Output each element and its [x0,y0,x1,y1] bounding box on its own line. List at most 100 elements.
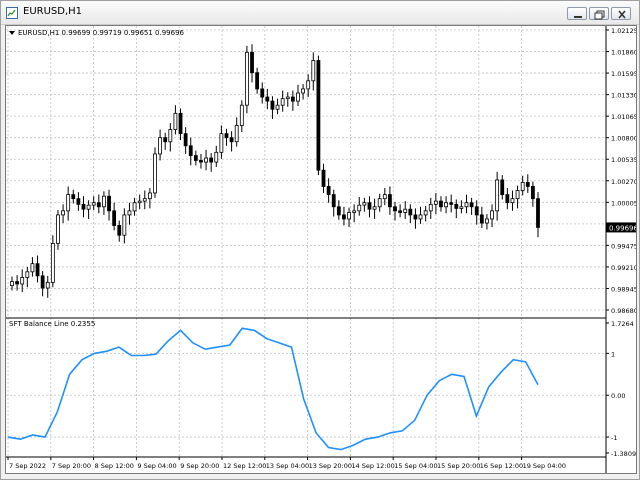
indicator-axis-label: 1.7264 [611,320,634,328]
candle-body [357,204,362,212]
candle-body [245,51,249,106]
candle-body [285,96,290,100]
time-axis[interactable]: 7 Sep 2022 7 Sep 20:00 8 Sep 12:00 9 Sep 04… [7,457,566,470]
candle-body [331,194,336,208]
time-axis-label: 9 Sep 20:00 [180,462,219,470]
time-axis-label: 16 Sep 12:00 [480,462,523,470]
indicator-label: SFT Balance Line 0.2355 [9,320,95,328]
candle-body [372,206,377,210]
restore-button[interactable] [589,7,609,20]
candle-body [96,202,101,208]
time-axis-label: 7 Sep 2022 [9,462,46,470]
candle-body [336,206,341,216]
candle-body [56,214,60,244]
title-bar[interactable]: EURUSD,H1 [1,1,639,25]
chart-canvas[interactable]: EURUSD,H1 0.99699 0.99719 0.99651 0.9969… [6,26,638,473]
candle-body [393,206,397,212]
time-axis-label: 13 Sep 04:00 [266,462,309,470]
candle-body [137,200,142,204]
candle-body [81,203,86,210]
candle-body [423,210,428,216]
candle-body [403,208,408,213]
candle-body [107,195,111,212]
time-axis-label: 9 Sep 04:00 [137,462,176,470]
candle-body [168,129,173,143]
price-axis-label: 1.00535 [611,156,636,164]
price-axis-label: 1.00270 [611,178,636,186]
candle-body [209,157,214,163]
candle-body [280,98,285,106]
price-axis-label: 1.01595 [611,70,636,78]
time-axis-label: 12 Sep 12:00 [223,462,266,470]
candle-body [306,80,311,90]
grid-lines [6,26,606,457]
minimize-button[interactable] [567,7,587,20]
price-axis-label: 0.98945 [611,285,636,293]
candle-body [147,192,152,200]
candle-body [153,153,157,194]
candle-body [158,137,162,155]
candle-body [250,51,254,74]
candle-body [112,210,117,226]
candle-body [398,210,403,213]
candle-body [413,214,418,220]
candle-body [132,202,137,212]
candle-body [479,214,484,224]
time-axis-label: 19 Sep 04:00 [523,462,566,470]
candle-body [86,204,91,210]
time-axis-label: 15 Sep 04:00 [394,462,437,470]
candle-body [178,112,183,135]
candle-body [270,100,275,110]
candle-body [50,242,55,283]
price-axis-label: 1.00005 [611,199,636,207]
candle-body [229,137,234,143]
candle-body [485,218,489,224]
candle-body [30,263,35,273]
candle-body [163,137,168,143]
candle-body [316,60,321,171]
close-button[interactable] [611,7,631,20]
candle-body [342,214,346,220]
indicator-axis-label: 0.00 [611,392,625,400]
candle-body [464,202,469,208]
candle-body [76,198,81,205]
candle-body [127,210,132,216]
candle-body [505,194,510,204]
candle-body [510,198,515,204]
price-axis[interactable]: 1.02125 1.01860 1.01595 1.01330 1.01065 1.008… [606,27,638,315]
candle-body [35,263,40,277]
chart-area[interactable]: EURUSD,H1 0.99699 0.99719 0.99651 0.9969… [5,25,638,474]
price-axis-label: 0.99210 [611,264,636,272]
candle-body [388,194,392,208]
candle-body [490,210,494,220]
candle-body [91,202,96,206]
time-axis-label: 8 Sep 12:00 [95,462,134,470]
candle-body [66,194,71,212]
candle-body [122,214,127,236]
indicator-axis-label: -1 [611,434,617,442]
indicator-axis-label: -1.3809 [611,450,636,458]
candle-body [71,194,76,200]
candle-body [459,206,464,209]
candle-body [474,206,479,216]
indicator-axis[interactable]: 1.7264 1 0.00 -1 -1.3809 [606,320,636,458]
candle-body [45,281,50,289]
candle-body [275,104,280,110]
candle-body [433,200,438,205]
candle-body [301,88,305,94]
candle-body [61,210,65,216]
candle-body [224,133,229,139]
candle-body [454,203,459,209]
symbol-info-text: EURUSD,H1 0.99699 0.99719 0.99651 0.9969… [18,29,185,37]
terminal-window: EURUSD,H1 EURUSD,H1 0.99699 0.99719 0.99… [0,0,640,480]
time-axis-label: 13 Sep 20:00 [309,462,352,470]
candle-body [377,198,382,208]
price-axis-label: 1.01330 [611,92,636,100]
candle-body [520,181,525,191]
candle-body [10,281,14,287]
candle-body [469,202,474,208]
candle-body [260,88,265,98]
candle-body [408,208,413,216]
minimize-icon [574,16,582,18]
dropdown-triangle-icon[interactable] [9,31,15,35]
